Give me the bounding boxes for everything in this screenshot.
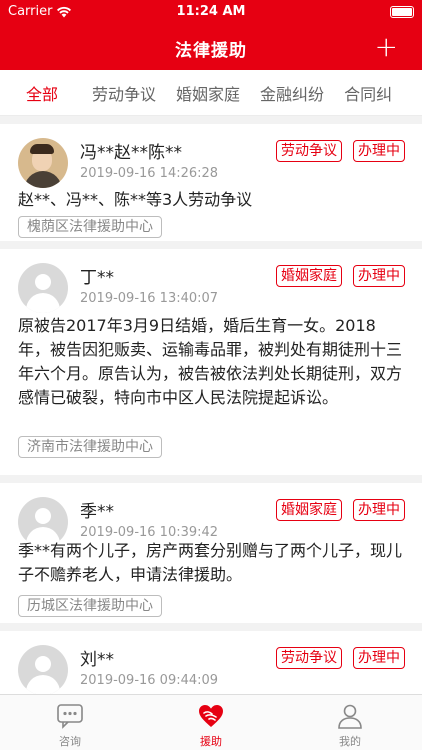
aid-center-tag: 济南市法律援助中心 bbox=[18, 436, 162, 458]
tab-category[interactable]: 合同纠 bbox=[334, 81, 402, 105]
case-date: 2019-09-16 14:26:28 bbox=[80, 166, 219, 181]
header: Carrier 11:24 AM 法律援助 + bbox=[0, 0, 422, 70]
case-description: 赵**、冯**、陈**等3人劳动争议 bbox=[18, 190, 253, 209]
tabbar-label-mine: 我的 bbox=[339, 735, 361, 748]
case-description: 原被告2017年3月9日结婚，婚后生育一女。2018年，被告因犯贩卖、运输毒品罪… bbox=[18, 316, 403, 407]
page-title: 法律援助 bbox=[175, 41, 247, 61]
applicant-name: 季** bbox=[80, 502, 114, 522]
heart-hands-icon bbox=[199, 705, 223, 727]
case-date: 2019-09-16 09:44:09 bbox=[80, 673, 219, 688]
avatar bbox=[18, 138, 68, 188]
case-card[interactable]: 刘** 2019-09-16 09:44:09 劳动争议 办理中 bbox=[0, 631, 422, 694]
case-date: 2019-09-16 13:40:07 bbox=[80, 291, 219, 306]
plus-icon[interactable]: + bbox=[375, 33, 398, 61]
tab-category[interactable]: 金融纠纷 bbox=[250, 81, 334, 105]
case-date: 2019-09-16 10:39:42 bbox=[80, 525, 219, 540]
app-root: Carrier 11:24 AM 法律援助 + 全部 劳动争议 婚姻家庭 金融纠纷 合同… bbox=[0, 0, 422, 750]
case-card[interactable]: 丁** 2019-09-16 13:40:07 婚姻家庭 办理中原被告2017年3月9… bbox=[0, 249, 422, 475]
person-icon bbox=[338, 704, 362, 729]
tabbar-label-consult: 咨询 bbox=[59, 735, 81, 748]
tab-category[interactable]: 劳动争议 bbox=[82, 81, 166, 105]
tabbar-item-aid[interactable]: 援助 bbox=[171, 695, 251, 750]
category-badge: 婚姻家庭 bbox=[276, 499, 342, 521]
case-card[interactable]: 季** 2019-09-16 10:39:42 婚姻家庭 办理中季**有两个儿子，房产… bbox=[0, 483, 422, 623]
status-badge: 办理中 bbox=[353, 265, 405, 287]
status-badge: 办理中 bbox=[353, 140, 405, 162]
tabbar-label-aid: 援助 bbox=[200, 735, 222, 748]
tabbar-item-consult[interactable]: 咨询 bbox=[30, 695, 110, 750]
aid-center-tag: 历城区法律援助中心 bbox=[18, 595, 162, 617]
status-badge: 办理中 bbox=[353, 647, 405, 669]
avatar bbox=[18, 263, 68, 313]
tab-category[interactable]: 婚姻家庭 bbox=[166, 81, 250, 105]
category-badge: 劳动争议 bbox=[276, 647, 342, 669]
case-description: 季**有两个儿子，房产两套分别赠与了两个儿子，现儿子不赡养老人，申请法律援助。 bbox=[18, 541, 403, 584]
applicant-name: 冯**赵**陈** bbox=[80, 143, 182, 163]
tabbar-item-mine[interactable]: 我的 bbox=[310, 695, 390, 750]
chat-bubble-icon bbox=[57, 704, 83, 729]
aid-center-tag: 槐荫区法律援助中心 bbox=[18, 216, 162, 238]
avatar bbox=[18, 645, 68, 694]
status-badge: 办理中 bbox=[353, 499, 405, 521]
applicant-name: 刘** bbox=[80, 650, 114, 670]
case-list[interactable]: 冯**赵**陈** 2019-09-16 14:26:28 劳动争议 办理中 赵**、冯… bbox=[0, 116, 422, 694]
category-tabs: 全部 劳动争议 婚姻家庭 金融纠纷 合同纠 bbox=[0, 70, 422, 116]
category-badge: 婚姻家庭 bbox=[276, 265, 342, 287]
case-card[interactable]: 冯**赵**陈** 2019-09-16 14:26:28 劳动争议 办理中赵**、冯… bbox=[0, 124, 422, 241]
applicant-name: 丁** bbox=[80, 268, 114, 288]
category-badge: 劳动争议 bbox=[276, 140, 342, 162]
status-bar: Carrier 11:24 AM bbox=[0, 0, 422, 26]
clock: 11:24 AM bbox=[176, 4, 246, 19]
tab-bar: 咨询 援助 我的 bbox=[0, 694, 422, 750]
tab-category[interactable]: 全部 bbox=[0, 81, 82, 105]
battery-icon bbox=[390, 6, 414, 18]
